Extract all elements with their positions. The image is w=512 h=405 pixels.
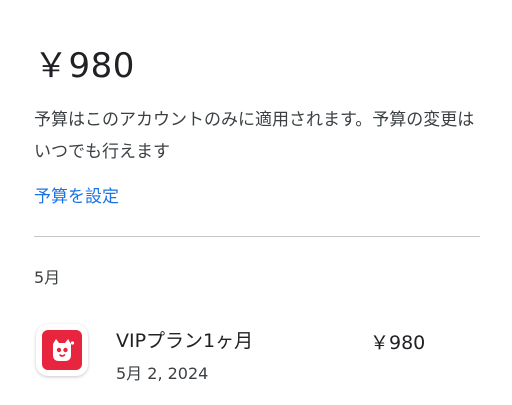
budget-amount: ￥980 bbox=[34, 46, 135, 86]
purchase-row[interactable]: VIPプラン1ヶ月 5月 2, 2024 ￥980 bbox=[34, 320, 480, 384]
purchase-date: 5月 2, 2024 bbox=[116, 364, 209, 383]
set-budget-link[interactable]: 予算を設定 bbox=[34, 182, 119, 207]
month-header: 5月 bbox=[34, 268, 61, 287]
purchase-title: VIPプラン1ヶ月 bbox=[116, 330, 254, 352]
budget-description: 予算はこのアカウントのみに適用されます。予算の変更はいつでも行えます bbox=[34, 110, 475, 162]
app-icon bbox=[36, 324, 88, 376]
purchase-price: ￥980 bbox=[370, 332, 426, 354]
app-logo-icon bbox=[42, 330, 82, 370]
divider bbox=[34, 236, 480, 237]
